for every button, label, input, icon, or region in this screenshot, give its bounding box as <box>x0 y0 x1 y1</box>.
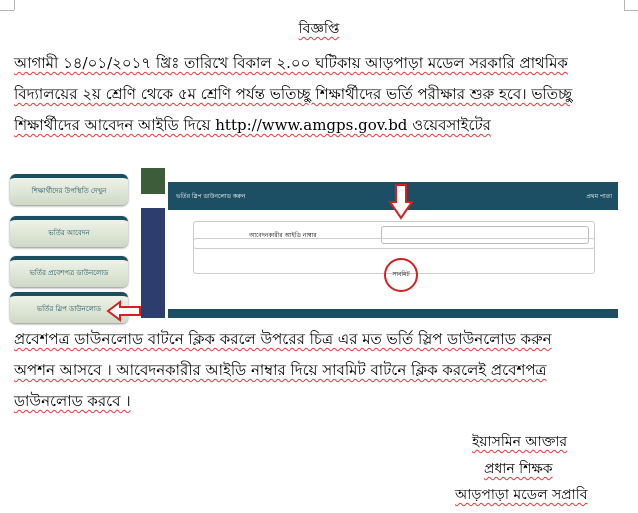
home-link: প্রথম পাতা <box>586 193 612 200</box>
arrow-left-icon <box>106 300 141 322</box>
slip-download-panel: ভর্তির স্লিপ ডাউনলোড করুন প্রথম পাতা আবে… <box>168 182 618 318</box>
notice-paragraph-2: প্রবেশপত্র ডাউনলোড বাটনে ক্লিক করলে উপরে… <box>14 324 624 417</box>
thumbnail-image <box>141 168 165 194</box>
corner-mark-top-right-v <box>624 0 625 10</box>
corner-mark-top-right <box>624 10 638 11</box>
paragraph-line: বিদ্যালয়ের ২য় শ্রেণি থেকে ৫ম শ্রেণি পর… <box>14 85 573 103</box>
corner-mark-top-left <box>0 10 14 11</box>
signature-designation: প্রধান শিক্ষক <box>484 461 553 477</box>
paragraph-line: অপশন আসবে । আবেদনকারীর আইডি নাম্বার দিয়… <box>14 361 547 379</box>
paragraph-line: আগামী ১৪/০১/২০১৭ খ্রিঃ তারিখে বিকাল ২.০০… <box>14 54 568 72</box>
document-page: বিজ্ঞপ্তি আগামী ১৪/০১/২০১৭ খ্রিঃ তারিখে … <box>0 0 638 513</box>
signature-school: আড়পাড়া মডেল সপ্রাবি <box>455 487 588 503</box>
submit-button: সাবমিট <box>384 258 418 292</box>
thumbnail-image <box>141 208 165 318</box>
sidebar-menu: শিক্ষার্থীদের উপস্থিতি দেখুন ভর্তির আবেদ… <box>8 164 141 326</box>
menu-item-admission-apply: ভর্তির আবেদন <box>10 216 128 247</box>
paragraph-line: ডাউনলোড করবে । <box>14 392 131 410</box>
notice-paragraph-1: আগামী ১৪/০১/২০১৭ খ্রিঃ তারিখে বিকাল ২.০০… <box>14 48 624 141</box>
panel-title: ভর্তির স্লিপ ডাউনলোড করুন <box>176 193 246 200</box>
signature-name: ইয়াসমিন আক্তার <box>472 434 568 450</box>
embedded-website-screenshot: শিক্ষার্থীদের উপস্থিতি দেখুন ভর্তির আবেদ… <box>8 164 620 334</box>
arrow-down-icon <box>388 184 414 220</box>
paragraph-line: প্রবেশপত্র ডাউনলোড বাটনে ক্লিক করলে উপরে… <box>14 330 552 348</box>
menu-item-admit-card-download: ভর্তির প্রবেশপত্র ডাউনলোড <box>10 256 128 287</box>
corner-mark-top-left-v <box>14 0 15 10</box>
paragraph-line: শিক্ষার্থীদের আবেদন আইডি দিয়ে http://ww… <box>14 116 491 134</box>
panel-footer <box>168 309 618 318</box>
menu-item-attendance: শিক্ষার্থীদের উপস্থিতি দেখুন <box>10 174 128 205</box>
notice-title: বিজ্ঞপ্তি <box>298 21 340 37</box>
